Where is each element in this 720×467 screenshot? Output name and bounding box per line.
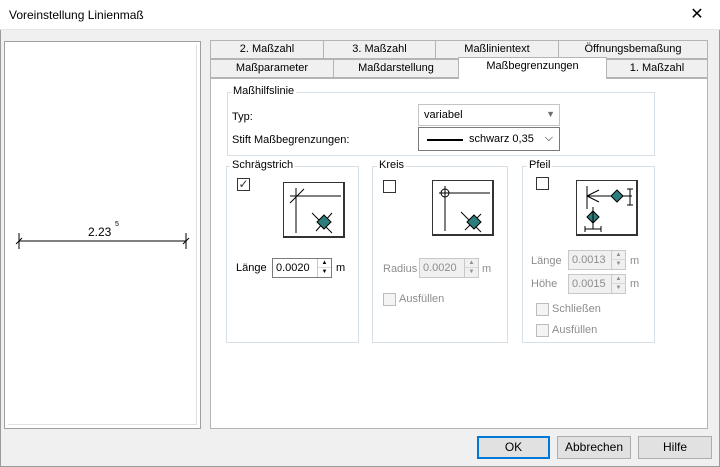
spin-up-icon[interactable]: ▲ [612, 251, 625, 260]
tab-massdarstellung[interactable]: Maßdarstellung [333, 59, 459, 78]
masshilfslinie-title: Maßhilfslinie [231, 85, 297, 97]
pfeil-checkbox[interactable] [536, 177, 549, 190]
pfeil-hoehe-stepper[interactable]: 0.0015 ▲ ▼ [568, 274, 626, 294]
spin-up-icon[interactable]: ▲ [612, 275, 625, 284]
schraegstrich-title: Schrägstrich [230, 159, 296, 171]
stift-select-value: schwarz 0,35 [469, 133, 534, 145]
tab-massparameter[interactable]: Maßparameter [210, 59, 334, 78]
kreis-radius-label: Radius [383, 263, 418, 275]
spin-down-icon[interactable]: ▼ [318, 268, 331, 277]
schraegstrich-unit: m [336, 262, 346, 274]
pfeil-laenge-label: Länge [531, 255, 562, 267]
kreis-radius-stepper[interactable]: 0.0020 ▲ ▼ [419, 258, 479, 278]
stift-select[interactable]: schwarz 0,35 ⌵ [418, 127, 560, 151]
typ-select[interactable]: variabel ▼ [418, 104, 560, 126]
kreis-radius-value: 0.0020 [423, 262, 457, 274]
schraegstrich-preview-icon [283, 182, 345, 238]
kreis-ausfuellen-checkbox[interactable] [383, 293, 396, 306]
cancel-button[interactable]: Abbrechen [557, 436, 631, 459]
chevron-down-icon: ▼ [546, 109, 555, 119]
kreis-checkbox[interactable] [383, 180, 396, 193]
tab-massbegrenzungen[interactable]: Maßbegrenzungen [458, 57, 607, 79]
tab-1-masszahl[interactable]: 1. Maßzahl [606, 59, 708, 78]
window-title: Voreinstellung Linienmaß [9, 8, 144, 22]
spin-down-icon[interactable]: ▼ [465, 268, 478, 277]
typ-label: Typ: [232, 111, 253, 123]
typ-select-value: variabel [424, 109, 463, 121]
pfeil-schliessen-checkbox[interactable] [536, 303, 549, 316]
preview-panel: 2.23 5 [4, 41, 201, 429]
spin-up-icon[interactable]: ▲ [465, 259, 478, 268]
spin-down-icon[interactable]: ▼ [612, 284, 625, 293]
help-button[interactable]: Hilfe [638, 436, 712, 459]
kreis-ausfuellen-label: Ausfüllen [399, 293, 445, 305]
pfeil-hoehe-unit: m [630, 278, 640, 290]
schraegstrich-checkbox[interactable]: ✓ [237, 178, 250, 191]
spin-up-icon[interactable]: ▲ [318, 259, 331, 268]
tab-2-masszahl[interactable]: 2. Maßzahl [210, 40, 324, 59]
close-icon[interactable]: ✕ [674, 0, 720, 30]
pfeil-hoehe-value: 0.0015 [572, 278, 606, 290]
tab-3-masszahl[interactable]: 3. Maßzahl [323, 40, 436, 59]
tab-panel: Maßhilfslinie Typ: variabel ▼ Stift Maßb… [210, 78, 708, 429]
schraegstrich-laenge-label: Länge [236, 262, 267, 274]
title-bar: Voreinstellung Linienmaß ✕ [0, 0, 720, 30]
pfeil-ausfuellen-checkbox[interactable] [536, 324, 549, 337]
spin-down-icon[interactable]: ▼ [612, 260, 625, 269]
kreis-unit: m [482, 263, 492, 275]
pfeil-preview-icon [576, 180, 638, 236]
stift-label: Stift Maßbegrenzungen: [232, 134, 350, 146]
preview-canvas: 2.23 5 [8, 45, 197, 425]
chevron-down-icon: ⌵ [544, 132, 553, 144]
pfeil-laenge-unit: m [630, 255, 640, 267]
kreis-preview-icon [432, 180, 494, 236]
preview-superscript: 5 [115, 221, 119, 228]
pfeil-title: Pfeil [527, 159, 553, 171]
kreis-title: Kreis [377, 159, 407, 171]
pfeil-laenge-stepper[interactable]: 0.0013 ▲ ▼ [568, 250, 626, 270]
pfeil-schliessen-label: Schließen [552, 303, 601, 315]
pfeil-hoehe-label: Höhe [531, 278, 558, 290]
pfeil-laenge-value: 0.0013 [572, 254, 606, 266]
ok-button[interactable]: OK [477, 436, 550, 459]
schraegstrich-laenge-value: 0.0020 [276, 262, 310, 274]
preview-dimension-text: 2.23 [88, 225, 112, 239]
schraegstrich-laenge-stepper[interactable]: 0.0020 ▲ ▼ [272, 258, 332, 278]
pfeil-ausfuellen-label: Ausfüllen [552, 324, 598, 336]
pen-line-sample [427, 139, 463, 141]
